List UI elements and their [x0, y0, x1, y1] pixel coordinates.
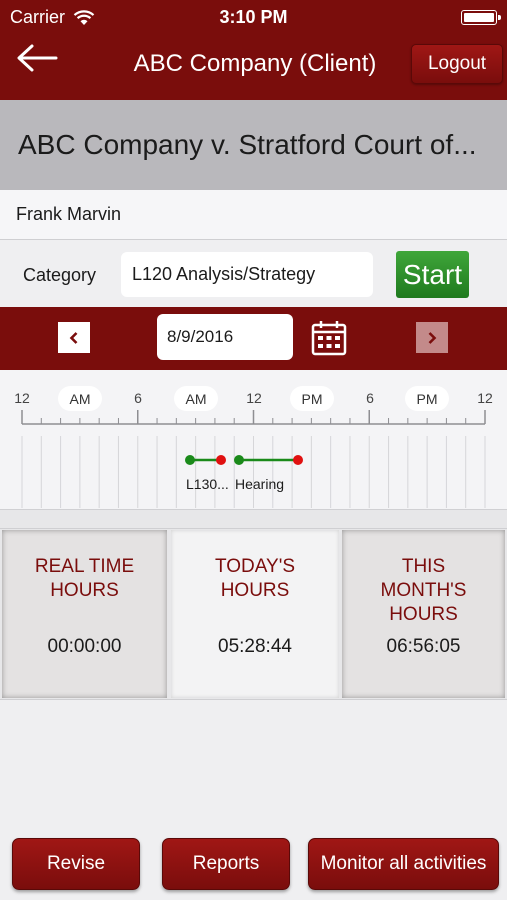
- event-label: Hearing: [235, 476, 285, 492]
- real-time-hours-card: REAL TIME HOURS 00:00:00: [2, 530, 167, 698]
- revise-button[interactable]: Revise: [12, 838, 140, 890]
- reports-button[interactable]: Reports: [162, 838, 290, 890]
- spacer: [0, 510, 507, 528]
- stat-label: REAL TIME HOURS: [2, 555, 167, 603]
- monitor-all-activities-button[interactable]: Monitor all activities: [308, 838, 499, 890]
- todays-hours-card: TODAY'S HOURS 05:28:44: [171, 530, 339, 698]
- event-start-dot: [234, 455, 244, 465]
- event-start-dot: [185, 455, 195, 465]
- stat-label-line: THIS: [401, 556, 446, 577]
- stat-label: TODAY'S HOURS: [171, 555, 339, 603]
- stat-label-line: HOURS: [220, 580, 290, 601]
- event-end-dot: [293, 455, 303, 465]
- this-months-hours-card: THIS MONTH'S HOURS 06:56:05: [342, 530, 505, 698]
- event-end-dot: [216, 455, 226, 465]
- stat-label-line: HOURS: [389, 604, 458, 625]
- stat-label-line: HOURS: [50, 580, 119, 601]
- stat-label-line: MONTH'S: [380, 580, 467, 601]
- real-time-hours-value: 00:00:00: [47, 636, 122, 657]
- this-months-hours-value: 06:56:05: [386, 636, 461, 657]
- event-label: L130...: [186, 476, 229, 492]
- stat-label: THIS MONTH'S HOURS: [342, 555, 505, 627]
- stat-label-line: REAL TIME: [34, 556, 135, 577]
- stat-label-line: TODAY'S: [215, 556, 295, 577]
- todays-hours-value: 05:28:44: [218, 636, 292, 657]
